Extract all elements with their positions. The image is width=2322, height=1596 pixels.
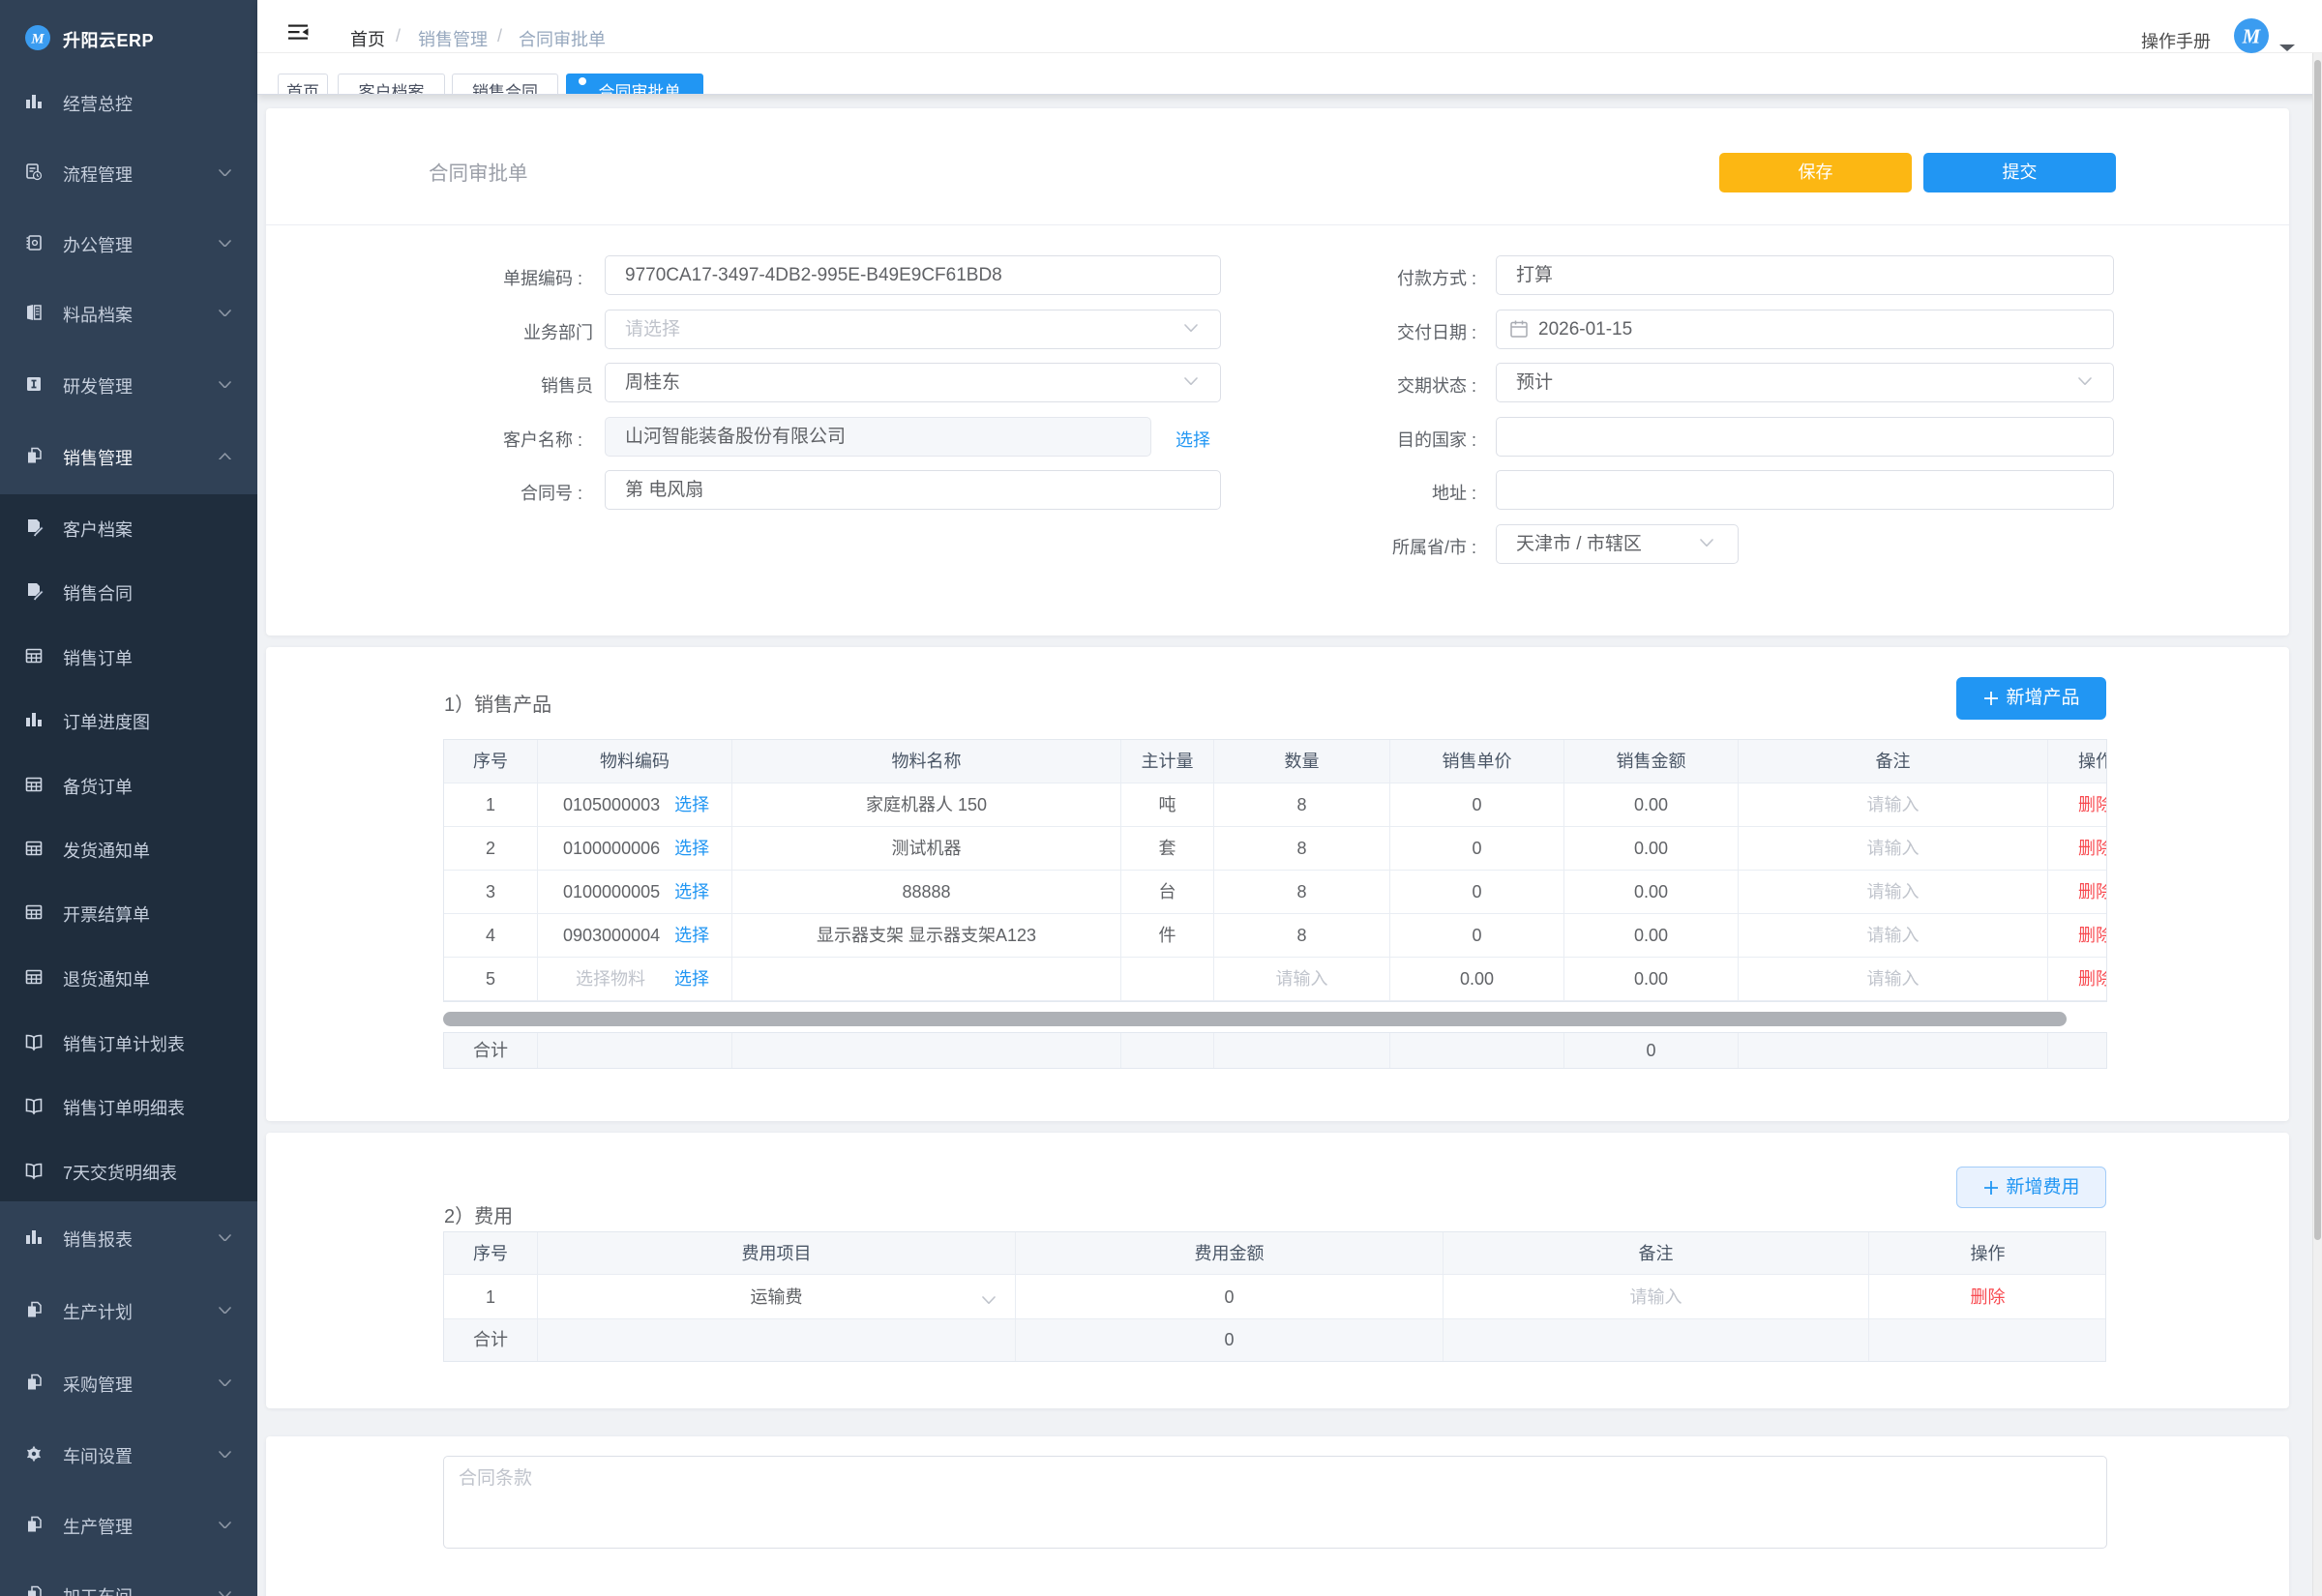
svg-text:M: M: [30, 32, 45, 47]
svg-text:M: M: [2242, 25, 2262, 48]
